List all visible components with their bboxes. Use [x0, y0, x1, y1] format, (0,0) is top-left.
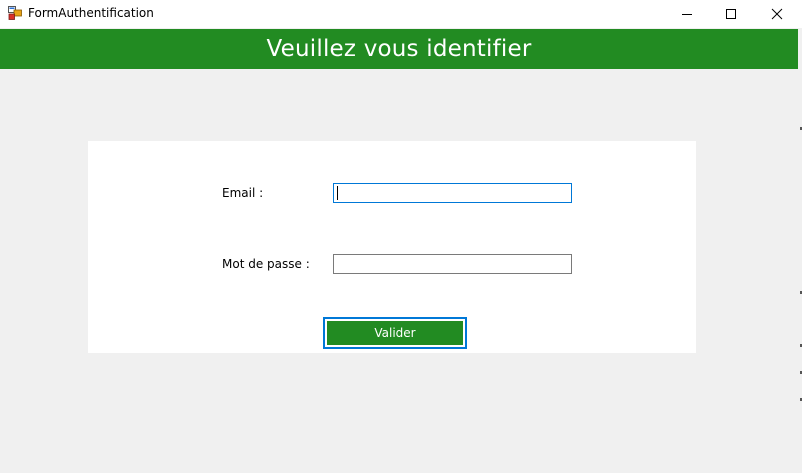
title-bar[interactable]: FormAuthentification — [0, 0, 802, 28]
minimize-icon — [682, 14, 692, 15]
close-button[interactable] — [754, 0, 800, 28]
email-field[interactable] — [333, 183, 572, 203]
submit-button-focus-ring[interactable]: Valider — [323, 317, 467, 349]
page-title: Veuillez vous identifier — [266, 36, 532, 62]
email-label: Email : — [222, 186, 264, 200]
window-title: FormAuthentification — [28, 6, 154, 20]
submit-button[interactable]: Valider — [327, 321, 463, 345]
maximize-icon — [726, 9, 736, 19]
app-icon — [8, 6, 22, 20]
maximize-button[interactable] — [708, 0, 754, 28]
header-banner: Veuillez vous identifier — [0, 29, 798, 69]
window-edge — [798, 29, 802, 473]
password-label: Mot de passe : — [222, 257, 310, 271]
close-icon — [771, 8, 783, 20]
password-field[interactable] — [333, 254, 572, 274]
minimize-button[interactable] — [664, 0, 710, 28]
text-caret — [337, 186, 338, 200]
